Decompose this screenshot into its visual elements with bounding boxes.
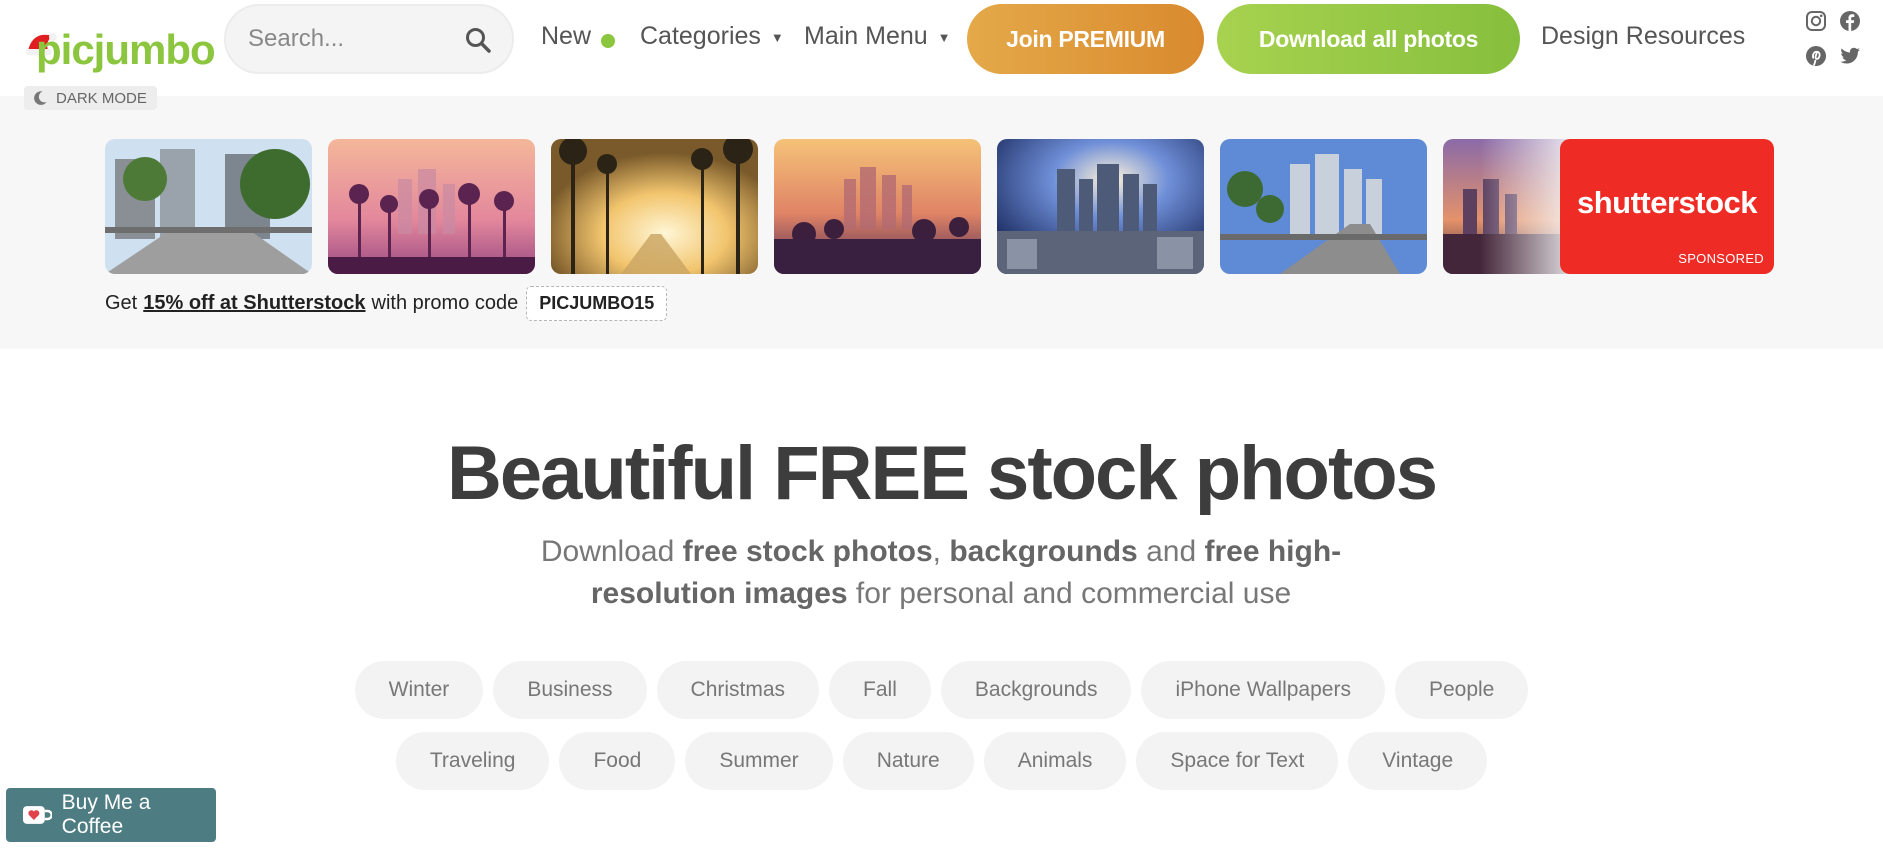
shutterstock-logo: shutterstock <box>1576 185 1758 220</box>
hero-sub-bold: free stock photos <box>682 535 933 568</box>
tag-backgrounds[interactable]: Backgrounds <box>940 661 1132 719</box>
sunset-skyline-photo <box>774 139 981 274</box>
street-photo <box>105 139 312 274</box>
hero-subtitle: Download free stock photos, backgrounds … <box>511 531 1371 615</box>
nav-categories[interactable]: Categories ▼ <box>640 22 784 51</box>
picjumbo-logo[interactable]: picjumbo <box>14 14 216 73</box>
sponsored-thumbnail[interactable] <box>997 139 1204 274</box>
dark-mode-toggle[interactable]: DARK MODE <box>24 86 157 110</box>
tag-business[interactable]: Business <box>493 661 647 719</box>
hero-sub-text: , <box>932 535 942 568</box>
sponsored-thumbnail[interactable] <box>105 139 312 274</box>
coffee-label: Buy Me a Coffee <box>61 791 151 838</box>
coffee-cup-icon <box>22 806 52 824</box>
hero-sub-text: and <box>1146 535 1197 568</box>
hero-sub-text: for personal and commercial use <box>855 577 1292 610</box>
twitter-icon[interactable] <box>1839 45 1861 67</box>
facebook-icon[interactable] <box>1839 10 1861 32</box>
moon-icon <box>34 91 47 105</box>
join-premium-button[interactable]: Join PREMIUM <box>967 4 1204 74</box>
sponsored-thumbnail[interactable] <box>774 139 981 274</box>
promo-prefix: Get <box>105 292 138 314</box>
nav-design-resources[interactable]: Design Resources <box>1541 22 1745 51</box>
tag-food[interactable]: Food <box>559 732 676 790</box>
hero-sub-text: Download <box>540 535 675 568</box>
instagram-icon[interactable] <box>1805 10 1827 32</box>
search-box <box>224 4 514 74</box>
hero-sub-bold: backgrounds <box>949 535 1138 568</box>
tag-fall[interactable]: Fall <box>829 661 931 719</box>
caret-down-icon: ▼ <box>770 29 784 45</box>
category-tags-row: Traveling Food Summer Nature Animals Spa… <box>0 732 1883 790</box>
promo-middle: with promo code <box>371 292 519 314</box>
promo-line: Get 15% off at Shutterstock with promo c… <box>105 286 668 321</box>
tag-nature[interactable]: Nature <box>842 732 974 790</box>
promo-code[interactable]: PICJUMBO15 <box>526 286 668 321</box>
sponsored-thumbnail[interactable] <box>1220 139 1427 274</box>
caret-down-icon: ▼ <box>937 29 951 45</box>
search-icon[interactable] <box>464 26 492 54</box>
site-header: picjumbo New Categories ▼ Main Menu ▼ Join… <box>0 0 1883 96</box>
pinterest-icon[interactable] <box>1805 45 1827 67</box>
tag-iphone-wallpapers[interactable]: iPhone Wallpapers <box>1141 661 1385 719</box>
freeway-skyline-photo <box>1220 139 1427 274</box>
tag-winter[interactable]: Winter <box>354 661 484 719</box>
nav-main-menu[interactable]: Main Menu ▼ <box>804 22 951 51</box>
tag-space-for-text[interactable]: Space for Text <box>1136 732 1339 790</box>
sponsored-badge: SPONSORED <box>1678 251 1764 266</box>
sponsored-thumbnail[interactable] <box>328 139 535 274</box>
logo-text: picjumbo <box>36 26 216 73</box>
page-title: Beautiful FREE stock photos <box>447 431 1438 516</box>
sponsored-thumbnail[interactable] <box>551 139 758 274</box>
palm-avenue-photo <box>551 139 758 274</box>
tag-animals[interactable]: Animals <box>983 732 1127 790</box>
search-input[interactable] <box>248 6 458 72</box>
shutterstock-discount-link[interactable]: 15% off at Shutterstock <box>143 292 365 315</box>
tag-people[interactable]: People <box>1394 661 1529 719</box>
nav-main-menu-label: Main Menu <box>804 22 928 50</box>
nav-categories-label: Categories <box>640 22 761 50</box>
shutterstock-ad[interactable]: shutterstock SPONSORED <box>1560 139 1774 274</box>
tag-christmas[interactable]: Christmas <box>656 661 820 719</box>
pink-skyline-photo <box>328 139 535 274</box>
download-all-photos-button[interactable]: Download all photos <box>1217 4 1520 74</box>
tag-vintage[interactable]: Vintage <box>1348 732 1488 790</box>
carousel-fade <box>1480 139 1570 274</box>
downtown-skyline-photo <box>997 139 1204 274</box>
nav-new[interactable]: New <box>541 22 591 51</box>
category-tags-row: Winter Business Christmas Fall Backgroun… <box>0 661 1883 719</box>
tag-summer[interactable]: Summer <box>685 732 833 790</box>
new-indicator-dot <box>601 34 615 48</box>
tag-traveling[interactable]: Traveling <box>395 732 550 790</box>
buy-me-a-coffee-button[interactable]: Buy Me a Coffee <box>6 788 216 842</box>
dark-mode-label: DARK MODE <box>56 89 147 107</box>
